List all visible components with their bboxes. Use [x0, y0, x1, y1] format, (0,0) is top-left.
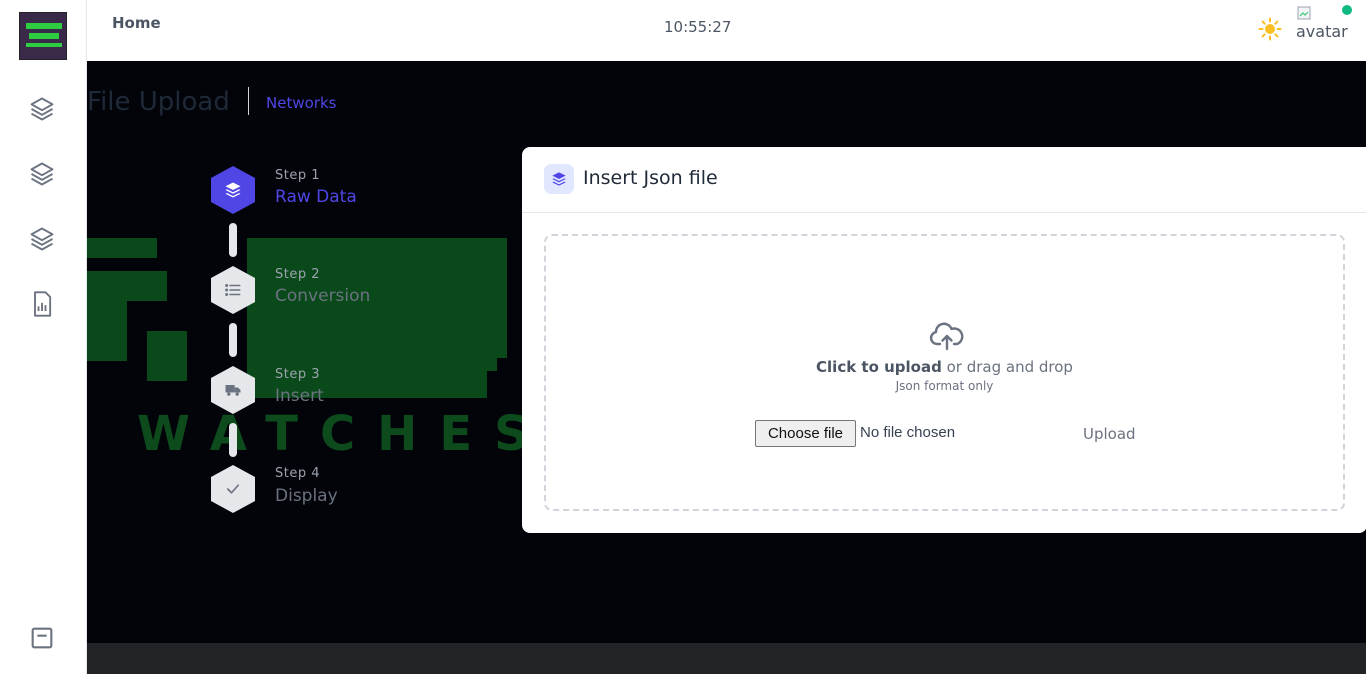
card-header: Insert Json file — [522, 147, 1366, 213]
broken-image-icon — [1297, 6, 1311, 20]
layers-icon[interactable] — [26, 223, 58, 255]
breadcrumb-networks[interactable]: Networks — [266, 94, 336, 112]
step-name[interactable]: Conversion — [275, 286, 370, 306]
step-name[interactable]: Display — [275, 486, 338, 506]
top-header: Home 10:55:27 avatar — [87, 0, 1366, 61]
main-content: WATCHES File Upload Networks Step 1 Raw … — [87, 61, 1366, 643]
card-title: Insert Json file — [583, 167, 718, 189]
clock: 10:55:27 — [664, 18, 732, 36]
step-connector — [229, 223, 237, 257]
step-connector — [229, 323, 237, 357]
format-hint: Json format only — [895, 379, 994, 393]
drag-drop-text: or drag and drop — [941, 358, 1073, 376]
dropzone-instruction: Click to upload or drag and drop — [546, 358, 1343, 376]
upload-button[interactable]: Upload — [1083, 425, 1136, 443]
online-status-dot — [1342, 5, 1352, 15]
step-number: Step 4 — [275, 466, 321, 481]
step-connector — [229, 423, 237, 457]
step-1-layers-icon[interactable] — [211, 166, 255, 214]
step-number: Step 2 — [275, 267, 321, 282]
step-number: Step 1 — [275, 168, 321, 183]
layers-icon[interactable] — [26, 158, 58, 190]
step-name[interactable]: Insert — [275, 386, 324, 406]
file-dropzone[interactable]: Click to upload or drag and drop Json fo… — [544, 234, 1345, 511]
window-minimize-icon[interactable] — [26, 622, 58, 654]
step-number: Step 3 — [275, 367, 321, 382]
title-divider — [248, 87, 249, 115]
click-to-upload-text[interactable]: Click to upload — [816, 358, 942, 376]
report-icon[interactable] — [26, 288, 58, 320]
home-link[interactable]: Home — [112, 14, 161, 32]
cloud-upload-icon — [929, 322, 965, 356]
sidebar — [0, 0, 87, 674]
file-status: No file chosen — [860, 424, 956, 441]
page-title: File Upload — [87, 87, 230, 117]
sun-icon[interactable] — [1258, 17, 1282, 45]
layers-icon[interactable] — [26, 93, 58, 125]
step-4-check-icon[interactable] — [211, 465, 255, 513]
bottom-bar — [87, 643, 1366, 674]
layers-icon — [544, 164, 574, 194]
upload-card: Insert Json file Click to upload or drag… — [522, 147, 1366, 533]
choose-file-button[interactable]: Choose file — [755, 420, 856, 447]
step-name[interactable]: Raw Data — [275, 187, 357, 207]
avatar[interactable]: avatar — [1295, 4, 1359, 44]
avatar-alt-text: avatar — [1296, 22, 1348, 41]
app-logo[interactable] — [19, 12, 67, 60]
